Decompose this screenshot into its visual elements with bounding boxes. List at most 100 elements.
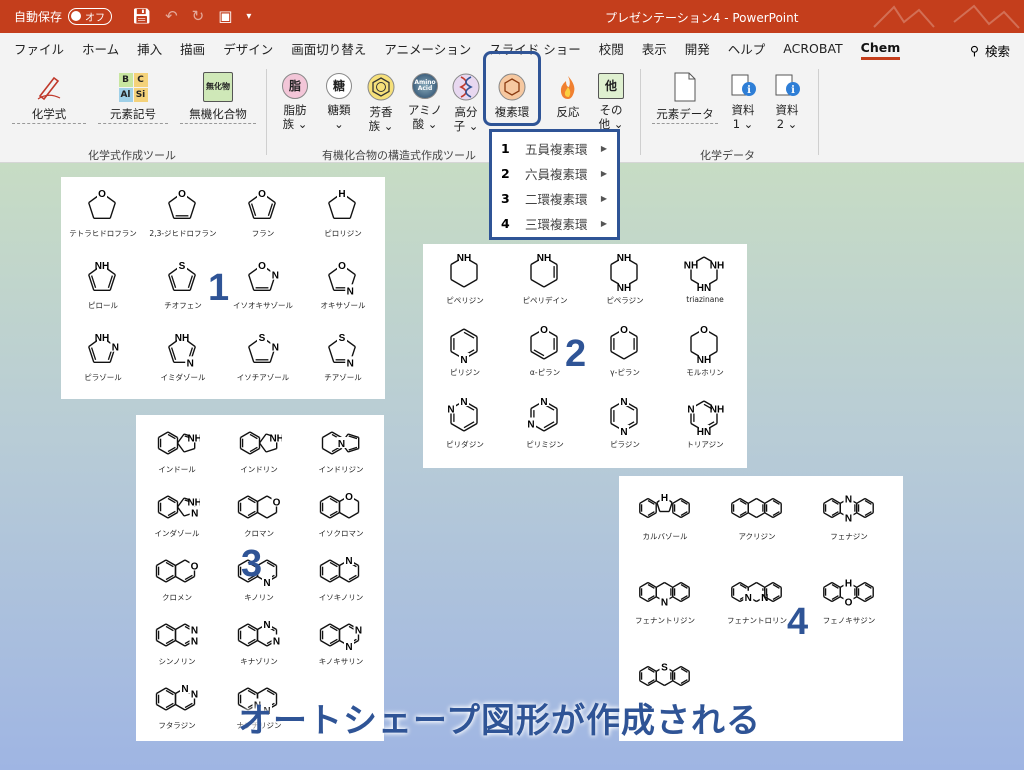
tab-10[interactable]: 開発 — [685, 39, 710, 58]
molecule-panel4-0[interactable]: H カルバゾール — [619, 484, 711, 542]
slide-canvas[interactable]: O テトラヒドロフラン O 2,3-ジヒドロフラン O フラン H ピロリジン NH ピロール S チ… — [0, 163, 1024, 770]
svg-text:N: N — [347, 358, 354, 369]
molecule-panel3-2[interactable]: N インドリジン — [300, 421, 382, 475]
tab-5[interactable]: 画面切り替え — [291, 39, 366, 58]
molecule-panel1-7[interactable]: O N オキサゾール — [303, 255, 383, 311]
svg-text:H: H — [845, 579, 852, 590]
molecule-name: フェナジン — [830, 532, 868, 541]
tab-11[interactable]: ヘルプ — [728, 39, 766, 58]
molecule-panel3-8[interactable]: N イソキノリン — [300, 549, 382, 603]
fire-icon — [548, 73, 588, 101]
molecule-name: triazinane — [686, 295, 724, 304]
molecule-panel2-9[interactable]: N N ピリミジン — [505, 394, 585, 450]
svg-text:N: N — [460, 397, 467, 408]
molecule-panel3-12[interactable]: N N フタラジン — [136, 677, 218, 731]
molecule-panel2-2[interactable]: NH NH ピペラジン — [585, 250, 665, 306]
tab-3[interactable]: 描画 — [180, 39, 205, 58]
autosave-toggle[interactable]: オフ — [68, 7, 113, 25]
molecule-panel1-1[interactable]: O 2,3-ジヒドロフラン — [143, 183, 223, 239]
element-data-button[interactable]: 元素データ — [652, 71, 718, 124]
inorganic-button[interactable]: 無化物 無機化合物 — [180, 71, 256, 124]
molecule-panel2-11[interactable]: NH HN N トリアジン — [665, 394, 745, 450]
svg-text:NH: NH — [617, 253, 631, 264]
tab-8[interactable]: 校閲 — [599, 39, 624, 58]
molecule-name: モルホリン — [686, 368, 724, 377]
molecule-panel4-6[interactable]: S — [619, 652, 711, 699]
tab-13[interactable]: Chem — [860, 40, 901, 60]
molecule-panel1-2[interactable]: O フラン — [223, 183, 303, 239]
aromatic-button[interactable]: 芳香族 ⌄ — [364, 73, 398, 133]
molecule-panel1-6[interactable]: O N イソオキサゾール — [223, 255, 303, 311]
molecule-panel2-1[interactable]: NH ピペリデイン — [505, 250, 585, 306]
molecule-panel1-9[interactable]: NH N イミダゾール — [143, 327, 223, 383]
fat-button[interactable]: 脂 脂肪族 ⌄ — [278, 73, 312, 131]
tab-4[interactable]: デザイン — [223, 39, 273, 58]
element-symbol-button[interactable]: BC Al Si 元素記号 — [98, 71, 168, 124]
customize-qat-icon[interactable]: ▾ — [246, 11, 251, 22]
dropdown-item-1[interactable]: 1 五員複素環 ▶ — [492, 136, 617, 161]
tab-12[interactable]: ACROBAT — [783, 41, 842, 56]
svg-text:N: N — [527, 420, 534, 431]
svg-text:N: N — [191, 637, 198, 648]
molecule-panel1-11[interactable]: S N チアゾール — [303, 327, 383, 383]
molecule-panel2-7[interactable]: O NH モルホリン — [665, 322, 745, 378]
molecule-panel2-8[interactable]: N N ピリダジン — [425, 394, 505, 450]
molecule-panel2-6[interactable]: Oγ-ピラン — [585, 322, 665, 378]
save-icon[interactable]: 💾︎ — [132, 7, 151, 25]
molecule-name: ピラジン — [610, 440, 640, 449]
molecule-panel3-1[interactable]: NH インドリン — [218, 421, 300, 475]
svg-text:S: S — [259, 333, 266, 344]
molecule-panel1-8[interactable]: NH N ピラゾール — [63, 327, 143, 383]
molecule-panel1-4[interactable]: NH ピロール — [63, 255, 143, 311]
molecule-name: オキサゾール — [320, 301, 366, 310]
molecule-name: ピペラジン — [606, 296, 644, 305]
svg-text:O: O — [700, 325, 708, 336]
molecule-panel2-10[interactable]: N N ピラジン — [585, 394, 665, 450]
tab-6[interactable]: アニメーション — [384, 39, 471, 58]
molecule-panel4-1[interactable]: アクリジン — [711, 484, 803, 542]
molecule-name: フタラジン — [158, 721, 196, 730]
molecule-panel3-6[interactable]: O クロメン — [136, 549, 218, 603]
data2-button[interactable]: i 資料 2 ⌄ — [770, 71, 804, 131]
undo-icon[interactable]: ↶ — [165, 7, 178, 25]
molecule-panel1-3[interactable]: H ピロリジン — [303, 183, 383, 239]
formula-button[interactable]: 化学式 — [12, 71, 86, 124]
data1-button[interactable]: i 資料 1 ⌄ — [726, 71, 760, 131]
svg-text:N: N — [263, 620, 270, 631]
tab-9[interactable]: 表示 — [642, 39, 667, 58]
dropdown-item-2[interactable]: 2 六員複素環 ▶ — [492, 161, 617, 186]
svg-text:N: N — [345, 556, 352, 567]
polymer-button[interactable]: 高分子 ⌄ — [448, 73, 484, 133]
molecule-name: インダゾール — [154, 529, 200, 538]
search-box[interactable]: ⚲ 検索 — [970, 41, 1010, 60]
tab-0[interactable]: ファイル — [14, 39, 64, 58]
molecule-panel3-11[interactable]: N N キノキサリン — [300, 613, 382, 667]
sugar-button[interactable]: 糖 糖類 ⌄ — [322, 73, 356, 131]
molecule-panel1-10[interactable]: S N イソチアゾール — [223, 327, 303, 383]
molecule-panel4-5[interactable]: H O フェノキサジン — [803, 568, 895, 626]
molecule-panel3-9[interactable]: N N シンノリン — [136, 613, 218, 667]
redo-icon[interactable]: ↻ — [192, 7, 205, 25]
reaction-button[interactable]: 反応 — [548, 73, 588, 119]
molecule-panel1-0[interactable]: O テトラヒドロフラン — [63, 183, 143, 239]
other-button[interactable]: 他 その他 ⌄ — [594, 73, 628, 131]
amino-button[interactable]: Amino Acid アミノ酸 ⌄ — [406, 73, 444, 131]
tab-1[interactable]: ホーム — [82, 39, 119, 58]
molecule-panel3-4[interactable]: O クロマン — [218, 485, 300, 539]
svg-text:O: O — [620, 325, 628, 336]
dropdown-item-3[interactable]: 3 二環複素環 ▶ — [492, 186, 617, 211]
svg-text:N: N — [460, 355, 467, 366]
submenu-arrow-icon: ▶ — [600, 194, 607, 203]
presentation-icon[interactable]: ▣ — [218, 7, 232, 25]
molecule-panel2-0[interactable]: NH ピペリジン — [425, 250, 505, 306]
tab-2[interactable]: 挿入 — [137, 39, 162, 58]
molecule-panel2-4[interactable]: N ピリジン — [425, 322, 505, 378]
molecule-panel3-0[interactable]: NH インドール — [136, 421, 218, 475]
dropdown-item-4[interactable]: 4 三環複素環 ▶ — [492, 211, 617, 236]
molecule-panel3-10[interactable]: N N キナゾリン — [218, 613, 300, 667]
molecule-panel2-3[interactable]: NH HN NH triazinane — [665, 250, 745, 304]
molecule-panel4-3[interactable]: N フェナントリジン — [619, 568, 711, 626]
molecule-panel4-2[interactable]: N N フェナジン — [803, 484, 895, 542]
molecule-panel3-3[interactable]: NH N インダゾール — [136, 485, 218, 539]
molecule-panel3-5[interactable]: O イソクロマン — [300, 485, 382, 539]
